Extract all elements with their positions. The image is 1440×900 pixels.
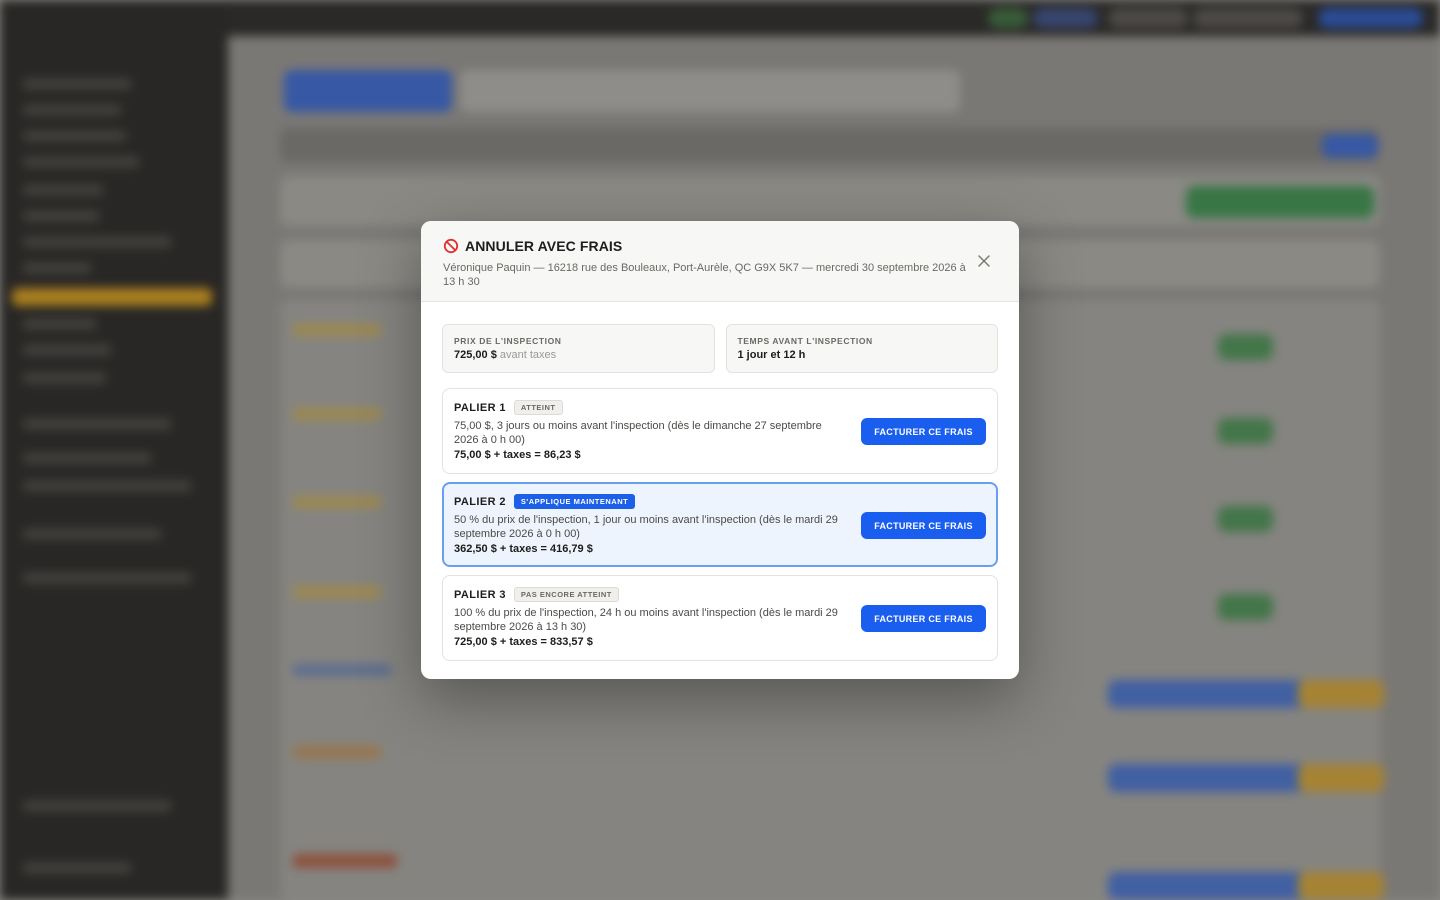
tier-header: PALIER 1 ATTEINT [454, 400, 986, 415]
time-before-inspection-value: 1 jour et 12 h [737, 349, 806, 361]
bill-fee-button-tier-2[interactable]: FACTURER CE FRAIS [861, 512, 986, 539]
inspection-price-suffix: avant taxes [499, 349, 557, 361]
tier-status-badge: PAS ENCORE ATTEINT [513, 587, 619, 602]
tier-status-badge: S'APPLIQUE MAINTENANT [513, 494, 636, 509]
tier-description: 50 % du prix de l'inspection, 1 jour ou … [454, 514, 838, 540]
inspection-price-card: PRIX DE L'INSPECTION 725,00 $ avant taxe… [442, 324, 715, 373]
info-row: PRIX DE L'INSPECTION 725,00 $ avant taxe… [442, 324, 998, 373]
tier-status-badge: ATTEINT [513, 400, 563, 415]
tier-description: 75,00 $, 3 jours ou moins avant l'inspec… [454, 420, 822, 446]
fee-tier-2: PALIER 2 S'APPLIQUE MAINTENANT 50 % du p… [442, 482, 998, 567]
tier-name: PALIER 2 [454, 495, 506, 508]
tier-total: 75,00 $ + taxes = 86,23 $ [454, 449, 581, 461]
time-before-inspection-card: TEMPS AVANT L'INSPECTION 1 jour et 12 h [725, 324, 998, 373]
tier-description: 100 % du prix de l'inspection, 24 h ou m… [454, 607, 838, 633]
cancel-with-fees-dialog: ANNULER AVEC FRAIS Véronique Paquin — 16… [421, 221, 1019, 679]
inspection-price-amount: 725,00 $ [454, 349, 497, 361]
tier-total: 362,50 $ + taxes = 416,79 $ [454, 543, 593, 555]
fee-tier-3: PALIER 3 PAS ENCORE ATTEINT 100 % du pri… [442, 575, 998, 661]
tier-name: PALIER 1 [454, 401, 506, 414]
dialog-title-row: ANNULER AVEC FRAIS [443, 238, 997, 254]
ban-icon [443, 238, 459, 254]
bill-fee-button-tier-3[interactable]: FACTURER CE FRAIS [861, 605, 986, 632]
inspection-price-value: 725,00 $ avant taxes [454, 349, 703, 361]
tier-header: PALIER 3 PAS ENCORE ATTEINT [454, 587, 986, 602]
tier-total: 725,00 $ + taxes = 833,57 $ [454, 636, 593, 648]
close-icon[interactable] [976, 253, 992, 269]
tier-header: PALIER 2 S'APPLIQUE MAINTENANT [454, 494, 986, 509]
fee-tier-1: PALIER 1 ATTEINT 75,00 $, 3 jours ou moi… [442, 388, 998, 474]
tier-name: PALIER 3 [454, 588, 506, 601]
bill-fee-button-tier-1[interactable]: FACTURER CE FRAIS [861, 418, 986, 445]
dialog-header: ANNULER AVEC FRAIS Véronique Paquin — 16… [421, 221, 1019, 302]
time-before-inspection-label: TEMPS AVANT L'INSPECTION [737, 336, 873, 346]
dialog-title: ANNULER AVEC FRAIS [465, 238, 623, 254]
inspection-price-label: PRIX DE L'INSPECTION [454, 336, 562, 346]
dialog-subtitle: Véronique Paquin — 16218 rue des Bouleau… [443, 262, 966, 288]
dialog-body: PRIX DE L'INSPECTION 725,00 $ avant taxe… [421, 302, 1019, 661]
